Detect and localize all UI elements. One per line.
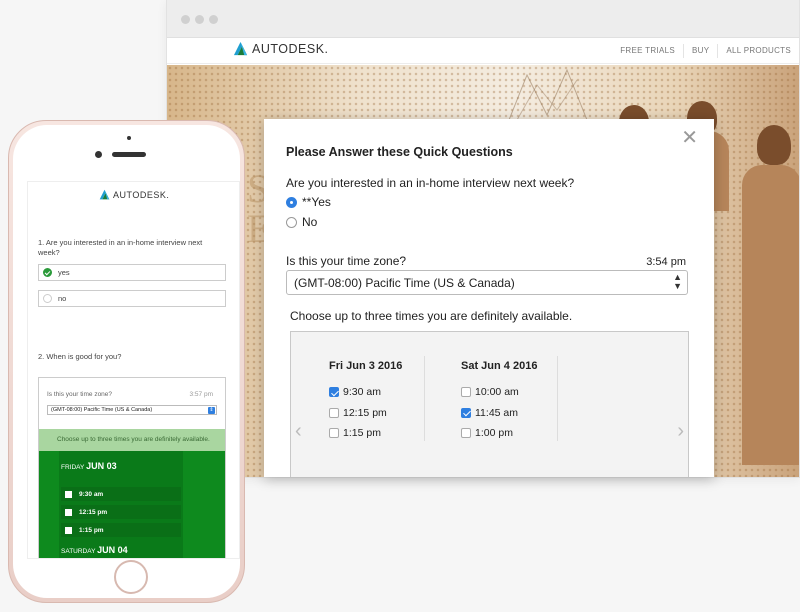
radio-no-label: No bbox=[302, 215, 318, 229]
checkbox-checked-icon[interactable] bbox=[461, 407, 471, 418]
day-date: JUN 03 bbox=[86, 461, 117, 471]
mobile-question-interview: 1. Are you interested in an in-home inte… bbox=[38, 238, 203, 257]
day-column-fri: Fri Jun 3 2016 9:30 am 12:15 pm 1:15 pm bbox=[329, 360, 402, 444]
mobile-availability-panel: Is this your time zone? 3:57 pm (GMT-08:… bbox=[38, 377, 226, 558]
slot-time: 1:00 pm bbox=[475, 427, 513, 440]
day-prefix: FRIDAY bbox=[61, 464, 85, 471]
person-body bbox=[742, 165, 799, 465]
mobile-option-no[interactable]: no bbox=[38, 290, 226, 307]
column-divider bbox=[424, 356, 425, 441]
home-button[interactable] bbox=[114, 560, 148, 594]
mobile-current-time: 3:57 pm bbox=[189, 391, 214, 398]
chevron-left-icon[interactable]: ‹ bbox=[295, 420, 302, 443]
time-slot[interactable]: 10:00 am bbox=[461, 382, 537, 403]
select-arrows-icon: ⇕ bbox=[208, 407, 215, 414]
mobile-question-when: 2. When is good for you? bbox=[38, 352, 122, 361]
checkbox-icon[interactable] bbox=[461, 387, 471, 398]
circle-icon bbox=[43, 294, 52, 303]
radio-no[interactable]: No bbox=[286, 215, 317, 229]
proximity-sensor bbox=[127, 136, 131, 140]
phone-screen: AUTODESK. 1. Are you interested in an in… bbox=[27, 181, 240, 559]
autodesk-logo[interactable]: AUTODESK. bbox=[233, 41, 329, 56]
checkbox-icon[interactable] bbox=[65, 508, 72, 516]
day-header: Sat Jun 4 2016 bbox=[461, 360, 538, 372]
slot-time: 10:00 am bbox=[475, 386, 519, 399]
radio-unselected-icon[interactable] bbox=[286, 216, 297, 228]
earpiece-speaker bbox=[112, 152, 146, 157]
day-column-sat: Sat Jun 4 2016 10:00 am 11:45 am 1:00 pm bbox=[461, 360, 537, 444]
mobile-day-header: FRIDAY JUN 03 bbox=[61, 461, 117, 471]
time-slot[interactable]: 1:00 pm bbox=[461, 423, 537, 444]
time-slot[interactable]: 12:15 pm bbox=[329, 403, 402, 424]
slot-time: 1:15 pm bbox=[343, 427, 381, 440]
check-circle-icon bbox=[43, 268, 52, 277]
window-maximize-dot[interactable] bbox=[209, 15, 218, 24]
timezone-select-value: (GMT-08:00) Pacific Time (US & Canada) bbox=[294, 276, 515, 290]
time-slot[interactable]: 9:30 am bbox=[329, 382, 402, 403]
checkbox-icon[interactable] bbox=[65, 526, 72, 534]
timezone-question: Is this your time zone? bbox=[286, 254, 407, 268]
day-header: Fri Jun 3 2016 bbox=[329, 360, 403, 372]
day-prefix: SATURDAY bbox=[61, 548, 96, 555]
nav-all-products[interactable]: ALL PRODUCTS bbox=[717, 44, 799, 58]
slot-time: 9:30 am bbox=[343, 386, 381, 399]
mobile-option-label: no bbox=[58, 294, 67, 303]
current-time: 3:54 pm bbox=[646, 256, 686, 268]
mobile-option-label: yes bbox=[58, 268, 70, 277]
time-slot[interactable]: 11:45 am bbox=[461, 403, 537, 424]
browser-title-bar bbox=[167, 0, 799, 38]
phone-device: AUTODESK. 1. Are you interested in an in… bbox=[8, 120, 245, 603]
mobile-slot-list: FRIDAY JUN 03 9:30 am 12:15 pm 1:15 pm S… bbox=[39, 451, 225, 558]
checkbox-icon[interactable] bbox=[65, 490, 72, 498]
checkbox-icon[interactable] bbox=[329, 407, 339, 418]
slot-time: 12:15 pm bbox=[79, 508, 108, 516]
radio-yes-label: **Yes bbox=[302, 195, 331, 209]
mobile-time-slot[interactable]: 9:30 am bbox=[61, 487, 181, 501]
mobile-day-header: SATURDAY JUN 04 bbox=[61, 545, 128, 555]
phone-face: AUTODESK. 1. Are you interested in an in… bbox=[13, 125, 240, 598]
brand-wordmark: AUTODESK. bbox=[252, 41, 329, 56]
window-close-dot[interactable] bbox=[181, 15, 190, 24]
mobile-brand-wordmark: AUTODESK. bbox=[113, 189, 170, 200]
front-camera bbox=[95, 151, 102, 158]
column-divider bbox=[557, 356, 558, 441]
time-slot[interactable]: 1:15 pm bbox=[329, 423, 402, 444]
mobile-autodesk-logo[interactable]: AUTODESK. bbox=[99, 189, 169, 200]
radio-yes[interactable]: **Yes bbox=[286, 195, 331, 209]
select-arrows-icon: ▲ ▼ bbox=[673, 272, 682, 291]
mobile-time-slot[interactable]: 12:15 pm bbox=[61, 505, 181, 519]
top-nav: FREE TRIALS BUY ALL PRODUCTS bbox=[612, 38, 799, 64]
modal-title: Please Answer these Quick Questions bbox=[286, 145, 513, 159]
mobile-timezone-select[interactable]: (GMT-08:00) Pacific Time (US & Canada) ⇕ bbox=[47, 405, 217, 415]
mobile-timezone-value: (GMT-08:00) Pacific Time (US & Canada) bbox=[51, 407, 153, 413]
person-head bbox=[757, 125, 791, 165]
slot-time: 12:15 pm bbox=[343, 406, 387, 419]
hero-sketch-illustration bbox=[506, 68, 588, 125]
close-icon[interactable]: ✕ bbox=[681, 125, 698, 150]
slot-time: 11:45 am bbox=[475, 406, 518, 419]
checkbox-icon[interactable] bbox=[329, 428, 339, 439]
timezone-select[interactable]: (GMT-08:00) Pacific Time (US & Canada) ▲… bbox=[286, 270, 688, 295]
chevron-right-icon[interactable]: › bbox=[677, 420, 684, 443]
checkbox-checked-icon[interactable] bbox=[329, 387, 339, 398]
day-date: JUN 04 bbox=[97, 545, 128, 555]
questions-modal: ✕ Please Answer these Quick Questions Ar… bbox=[264, 119, 714, 477]
nav-buy[interactable]: BUY bbox=[682, 44, 717, 58]
time-slot-picker: ‹ Fri Jun 3 2016 9:30 am 12:15 pm 1:15 p… bbox=[290, 331, 689, 477]
nav-free-trials[interactable]: FREE TRIALS bbox=[612, 44, 683, 58]
availability-instructions: Choose up to three times you are definit… bbox=[290, 309, 573, 323]
radio-selected-icon[interactable] bbox=[286, 196, 297, 208]
checkbox-icon[interactable] bbox=[461, 428, 471, 439]
mobile-timezone-question: Is this your time zone? bbox=[47, 391, 113, 398]
mobile-time-slot[interactable]: 1:15 pm bbox=[61, 523, 181, 537]
mobile-option-yes[interactable]: yes bbox=[38, 264, 226, 281]
question-interview: Are you interested in an in-home intervi… bbox=[286, 176, 575, 190]
slot-time: 1:15 pm bbox=[79, 526, 104, 534]
autodesk-logo-icon bbox=[233, 41, 248, 56]
slot-time: 9:30 am bbox=[79, 490, 104, 498]
site-header: AUTODESK. FREE TRIALS BUY ALL PRODUCTS bbox=[167, 38, 799, 64]
autodesk-logo-icon bbox=[99, 189, 110, 200]
window-minimize-dot[interactable] bbox=[195, 15, 204, 24]
mobile-availability-instructions: Choose up to three times you are definit… bbox=[39, 429, 225, 451]
